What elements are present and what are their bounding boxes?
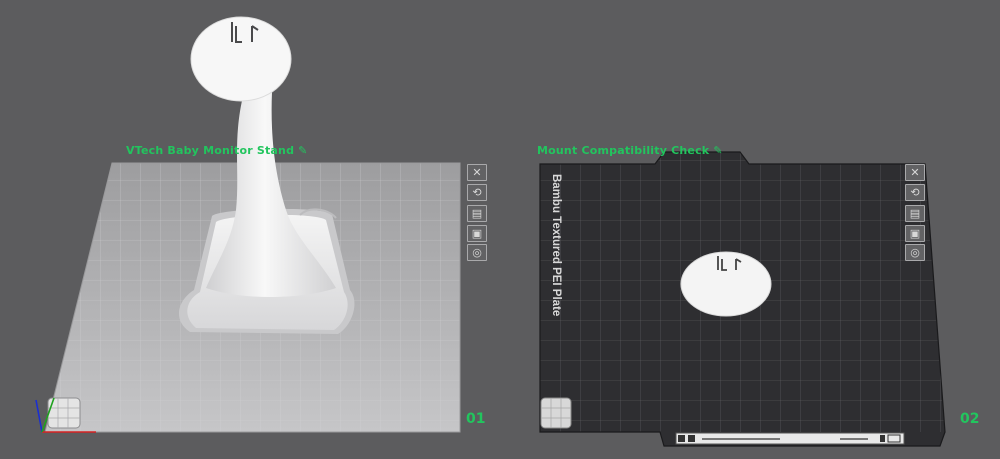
settings-icon[interactable]: ◎	[467, 244, 487, 261]
3d-viewport[interactable]	[0, 0, 1000, 459]
auto-orient-icon[interactable]: ⟲	[467, 184, 487, 201]
auto-orient-icon[interactable]: ⟲	[905, 184, 925, 201]
plate-number-02: 02	[960, 411, 980, 427]
plate-number-01: 01	[466, 411, 486, 427]
lock-icon[interactable]: ▣	[905, 225, 925, 242]
plate-type-label: Bambu Textured PEI Plate	[550, 174, 562, 317]
settings-icon[interactable]: ◎	[905, 244, 925, 261]
plate-name-02[interactable]: Mount Compatibility Check ✎	[537, 144, 723, 157]
lock-icon[interactable]: ▣	[467, 225, 487, 242]
close-icon[interactable]: ✕	[467, 164, 487, 181]
plate-corner-marker	[540, 397, 572, 429]
plate-name-02-text: Mount Compatibility Check	[537, 144, 710, 157]
pencil-icon[interactable]: ✎	[713, 144, 722, 157]
plate-name-01-text: VTech Baby Monitor Stand	[126, 144, 295, 157]
close-icon[interactable]: ✕	[905, 164, 925, 181]
arrange-icon[interactable]: ▤	[467, 205, 487, 222]
model-mount-disc[interactable]	[680, 251, 772, 317]
plate-name-01[interactable]: VTech Baby Monitor Stand ✎	[126, 144, 308, 157]
arrange-icon[interactable]: ▤	[905, 205, 925, 222]
pencil-icon[interactable]: ✎	[298, 144, 307, 157]
